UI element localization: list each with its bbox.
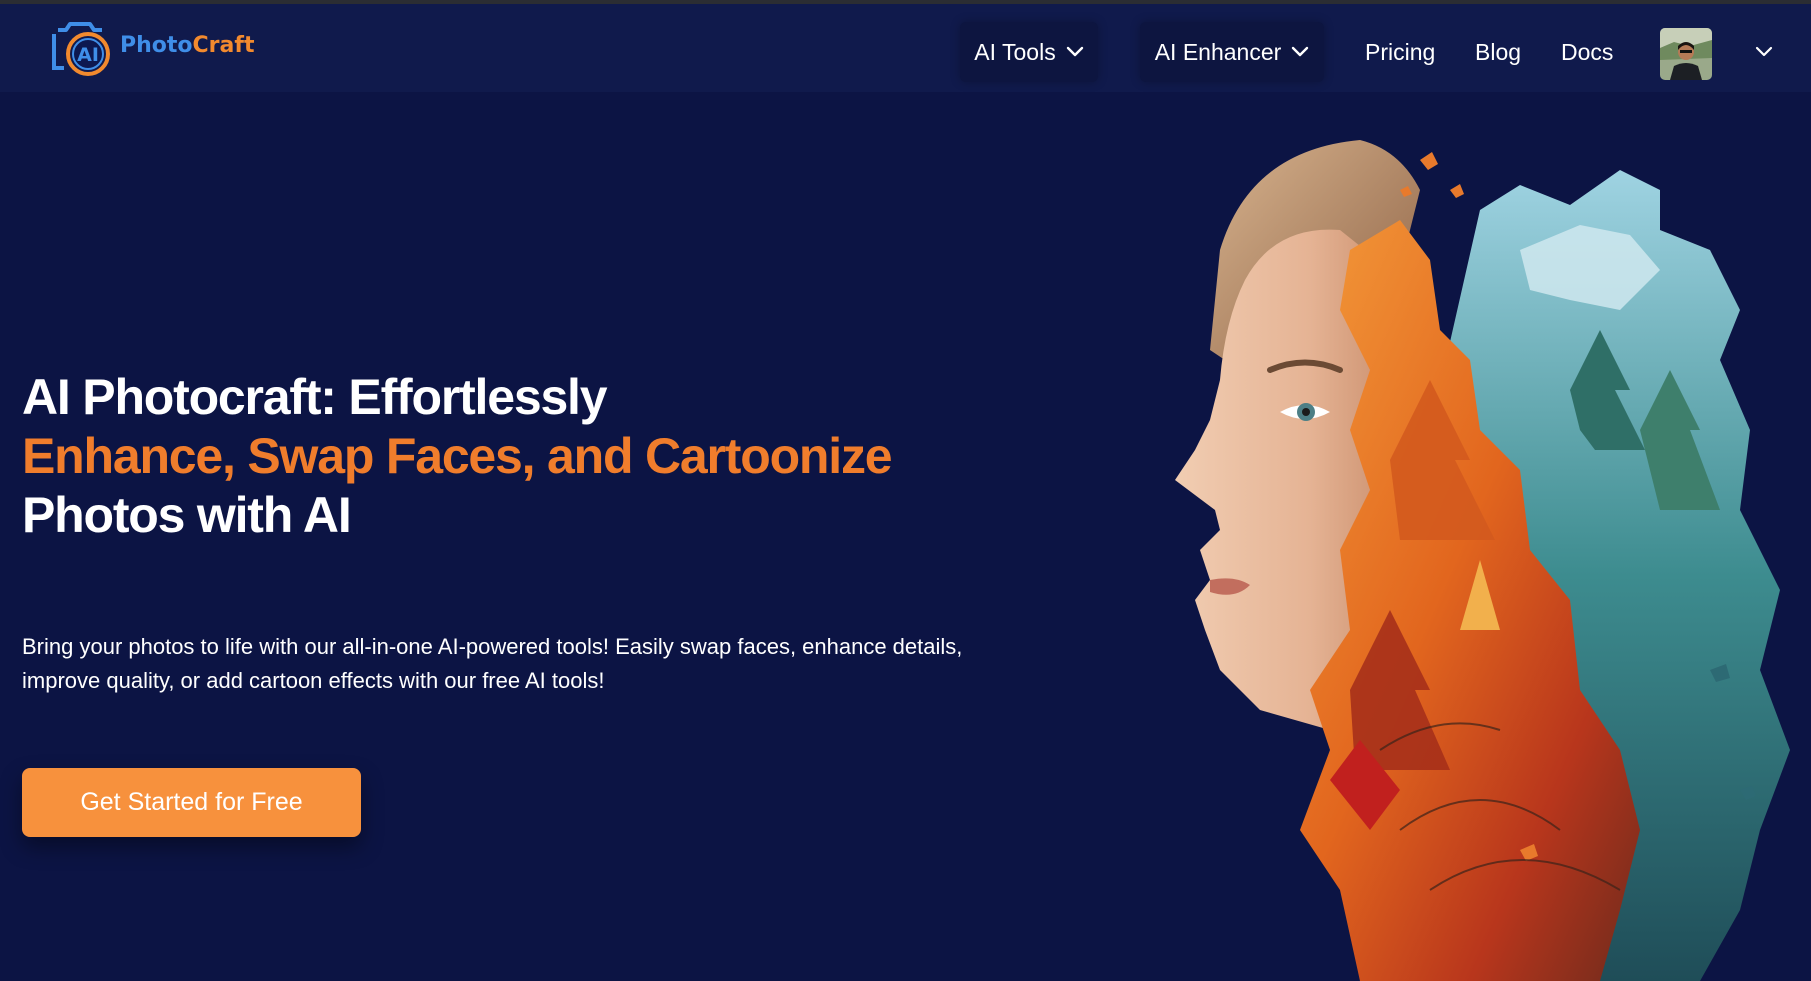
logo-word-photo: Photo	[120, 32, 193, 58]
logo-wordmark: PhotoCraft	[120, 33, 254, 58]
hero-illustration	[1175, 140, 1790, 981]
chevron-down-icon	[1066, 46, 1083, 57]
nav-ai-tools-label: AI Tools	[974, 38, 1056, 65]
nav-pricing-link[interactable]: Pricing	[1365, 22, 1435, 82]
hero-headline: AI Photocraft: Effortlessly Enhance, Swa…	[22, 368, 1002, 545]
page: AI PhotoCraft AI Tools AI Enhancer Prici…	[0, 0, 1811, 981]
nav-ai-enhancer-dropdown[interactable]: AI Enhancer	[1140, 22, 1324, 82]
hero-description: Bring your photos to life with our all-i…	[22, 634, 963, 693]
headline-line-1: AI Photocraft: Effortlessly	[22, 369, 608, 425]
user-avatar[interactable]	[1660, 28, 1712, 80]
nav-ai-enhancer-label: AI Enhancer	[1154, 38, 1282, 65]
navbar: AI PhotoCraft AI Tools AI Enhancer Prici…	[0, 4, 1811, 92]
get-started-button[interactable]: Get Started for Free	[22, 768, 361, 837]
logo[interactable]: AI PhotoCraft	[50, 16, 254, 76]
headline-line-2: Enhance, Swap Faces, and Cartoonize	[22, 428, 893, 484]
logo-camera-icon: AI	[50, 16, 118, 76]
chevron-down-icon	[1292, 46, 1309, 57]
logo-mark-text: AI	[77, 44, 99, 66]
account-chevron-down-icon[interactable]	[1752, 40, 1776, 64]
nav-blog-link[interactable]: Blog	[1475, 22, 1521, 82]
logo-word-craft: Craft	[192, 32, 255, 58]
nav-docs-link[interactable]: Docs	[1561, 22, 1613, 82]
headline-line-3: Photos with AI	[22, 487, 352, 543]
nav-ai-tools-dropdown[interactable]: AI Tools	[960, 22, 1098, 82]
